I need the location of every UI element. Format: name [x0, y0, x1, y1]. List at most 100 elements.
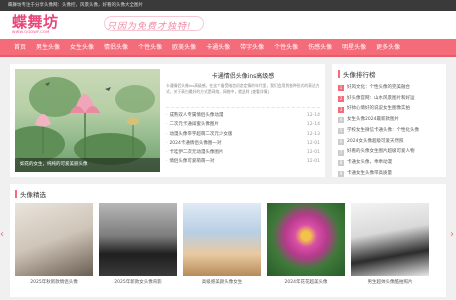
thumbnail-item[interactable]: 2025年秋新款情侣头像 [15, 203, 93, 285]
nav-item-star[interactable]: 明星头像 [337, 39, 371, 55]
thumbnail-title: 2024年花花超美头像 [284, 280, 328, 285]
news-title: 2024卡通情侣头像图一对 [169, 140, 222, 146]
main-content: 如花的女生，纯纯的可爱美丽头像 卡通情侣头像ins高级感 卡通情侣头像ins高级… [0, 57, 456, 177]
list-item[interactable]: 9 卡通女生头像带高质量 [338, 169, 440, 180]
thumbnail-grid: 2025年秋新款情侣头像 2025年新款女头像背影 高级感美颜头像女生 2024… [15, 203, 441, 285]
ranking-card: 头像排行榜 1 好风文化：个性头像的完美融合 2 好头像官网：山水风景图片和好运 3… [332, 64, 446, 177]
nav-item-sad[interactable]: 伤感头像 [303, 39, 337, 55]
rank-number: 5 [338, 128, 344, 135]
rank-title: 卡通女生头像带高质量 [347, 170, 392, 176]
list-item[interactable]: 1 好风文化：个性头像的完美融合 [338, 83, 440, 94]
list-item[interactable]: 8 卡通女头像，乖乖动漫 [338, 158, 440, 169]
chevron-left-icon[interactable]: ‹ [0, 228, 6, 242]
rank-number: 9 [338, 170, 344, 177]
news-date: 12-01 [306, 159, 320, 165]
news-list: · 成熟双人专属情侣头像动漫 12-14 · 二次元卡通闺蜜头像图片 12-14 · 动漫… [166, 107, 320, 167]
list-item[interactable]: 7 好看的头像女生图片超级可爱人物 [338, 147, 440, 158]
news-title: 动漫头像带字超萌二次元少女版 [169, 131, 233, 137]
rank-number: 4 [338, 117, 344, 124]
nav-item-more[interactable]: 更多头像 [371, 39, 405, 55]
rank-title: 好看的头像女生图片超级可爱人物 [347, 149, 415, 155]
news-title: 成熟双人专属情侣头像动漫 [169, 113, 224, 118]
logo-text: 蝶舞坊 [12, 13, 59, 31]
news-date: 12-14 [306, 122, 320, 128]
news-title: 卡哇伊二次元动漫头像图片 [169, 150, 224, 156]
nav-item-female[interactable]: 女生头像 [65, 39, 99, 55]
rank-title: 学校女生微信卡通头像：个性化头像 [347, 127, 419, 133]
thumbnail-title: 高级感美颜头像女生 [201, 280, 243, 285]
title-accent-bar [15, 190, 17, 198]
nav-item-cartoon[interactable]: 卡通头像 [201, 39, 235, 55]
news-title: 二次元卡通闺蜜头像图片 [169, 122, 219, 128]
rank-number: 8 [338, 160, 344, 167]
slogan: 只因为免费才独特! [107, 22, 192, 32]
nav-item-personal-2[interactable]: 个性头像 [269, 39, 303, 55]
rank-title: 卡通女头像，乖乖动漫 [347, 159, 392, 165]
rank-number: 6 [338, 138, 344, 145]
thumbnail-image[interactable] [15, 203, 93, 276]
thumbnail-image[interactable] [99, 203, 177, 276]
chevron-right-icon[interactable]: › [450, 228, 456, 242]
featured-card: 如花的女生，纯纯的可爱美丽头像 卡通情侣头像ins高级感 卡通情侣头像ins高级… [10, 64, 325, 177]
nav-item-male[interactable]: 男生头像 [31, 39, 65, 55]
top-bar-text: 蝶舞坊专注于分享头像网：头像控，风景头像，好看的头像大全图片 [8, 3, 143, 8]
thumbnail-image[interactable] [183, 203, 261, 276]
list-item[interactable]: 5 学校女生微信卡通头像：个性化头像 [338, 126, 440, 137]
thumbnail-item[interactable]: 高级感美颜头像女生 [183, 203, 261, 285]
rank-title: 好头像官网：山水风景图片和好运 [347, 95, 415, 101]
news-date: 12-01 [306, 150, 320, 156]
nav-item-text[interactable]: 带字头像 [235, 39, 269, 55]
thumbnail-title: 男生超帅头像酷拍照片 [367, 280, 413, 285]
thumbnail-image[interactable] [267, 203, 345, 276]
main-nav: 首页 男生头像 女生头像 情侣头像 个性头像 欧美头像 卡通头像 带字头像 个性… [0, 39, 456, 57]
list-item[interactable]: · 动漫头像带字超萌二次元少女版 12-13 [166, 130, 320, 139]
list-item[interactable]: · 2024卡通情侣头像图一对 12-01 [166, 139, 320, 148]
slider-caption: 如花的女生，纯纯的可爱美丽头像 [15, 158, 160, 172]
selection-card: 头像精选 2025年秋新款情侣头像 2025年新款女头像背影 高级感美颜头像女生… [10, 184, 446, 297]
list-item[interactable]: 2 好头像官网：山水风景图片和好运 [338, 94, 440, 105]
news-date: 12-13 [306, 131, 320, 137]
nav-item-western[interactable]: 欧美头像 [167, 39, 201, 55]
rank-title: 2024女头像超级可爱天然照 [347, 138, 404, 144]
list-item[interactable]: · 成熟双人专属情侣头像动漫 12-14 [166, 111, 320, 120]
thumbnail-image[interactable] [351, 203, 429, 276]
rank-title: 女生头像2024最新款图片 [347, 117, 399, 123]
ranking-list: 1 好风文化：个性头像的完美融合 2 好头像官网：山水风景图片和好运 3 好帅心情好的… [338, 83, 440, 179]
rank-number: 3 [338, 106, 344, 113]
ranking-title: 头像排行榜 [338, 69, 440, 79]
headline[interactable]: 卡通情侣头像ins高级感 [166, 71, 320, 80]
thumbnail-title: 2025年秋新款情侣头像 [30, 280, 78, 285]
news-title: 情侣头像可爱萌萌一对 [169, 159, 215, 165]
list-item[interactable]: · 情侣头像可爱萌萌一对 12-01 [166, 157, 320, 166]
news-date: 12-14 [306, 113, 320, 118]
featured-news: 卡通情侣头像ins高级感 卡通情侣头像ins高级感，在这个备受暗恋初恋定情的年代… [166, 69, 320, 172]
thumbnail-item[interactable]: 男生超帅头像酷拍照片 [351, 203, 429, 285]
rank-title: 好风文化：个性头像的完美融合 [347, 85, 410, 90]
nav-item-couple[interactable]: 情侣头像 [99, 39, 133, 55]
news-date: 12-01 [306, 140, 320, 146]
headline-desc: 卡通情侣头像ins高级感，在这个备受暗恋初恋定情的年代里，我们会用到各种形式的表… [166, 83, 320, 94]
nav-item-personal[interactable]: 个性头像 [133, 39, 167, 55]
lotus-slider-image[interactable]: 如花的女生，纯纯的可爱美丽头像 [15, 69, 160, 172]
selection-title: 头像精选 [15, 189, 441, 199]
thumbnail-item[interactable]: 2024年花花超美头像 [267, 203, 345, 285]
nav-item-home[interactable]: 首页 [6, 39, 31, 55]
list-item[interactable]: 3 好帅心情好的说说女生图像实拍 [338, 104, 440, 115]
thumbnail-item[interactable]: 2025年新款女头像背影 [99, 203, 177, 285]
site-logo[interactable]: 蝶舞坊 WWW.QQDWF.COM [12, 14, 59, 34]
rank-number: 2 [338, 96, 344, 103]
rank-number: 1 [338, 85, 344, 92]
lotus-illustration [15, 77, 155, 165]
rank-number: 7 [338, 149, 344, 156]
list-item[interactable]: · 二次元卡通闺蜜头像图片 12-14 [166, 120, 320, 129]
site-header: 蝶舞坊 WWW.QQDWF.COM 只因为免费才独特! [0, 11, 456, 39]
list-item[interactable]: · 卡哇伊二次元动漫头像图片 12-01 [166, 148, 320, 157]
list-item[interactable]: 6 2024女头像超级可爱天然照 [338, 137, 440, 148]
rank-title: 好帅心情好的说说女生图像实拍 [347, 106, 410, 112]
thumbnail-title: 2025年新款女头像背影 [114, 280, 162, 285]
selection-title-text: 头像精选 [20, 191, 46, 199]
top-bar: 蝶舞坊专注于分享头像网：头像控，风景头像，好看的头像大全图片 [0, 0, 456, 11]
list-item[interactable]: 4 女生头像2024最新款图片 [338, 115, 440, 126]
ranking-title-text: 头像排行榜 [343, 71, 376, 79]
title-accent-bar [338, 70, 340, 78]
